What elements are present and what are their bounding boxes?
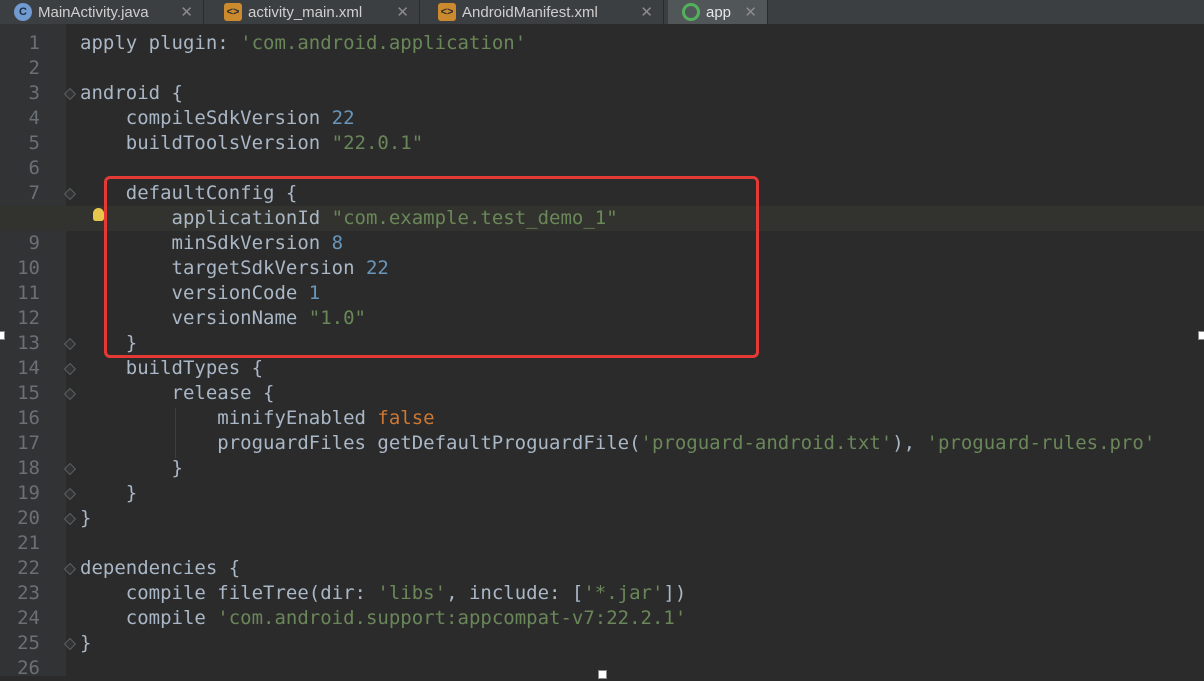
line-number: 21 xyxy=(17,532,40,554)
close-icon[interactable]: ✕ xyxy=(396,3,409,21)
code-token: minifyEnabled xyxy=(80,407,378,429)
code-line[interactable]: minifyEnabled false xyxy=(80,406,1204,431)
line-number: 7 xyxy=(28,182,40,204)
code-token: buildTypes { xyxy=(80,357,264,379)
tab-android-manifest[interactable]: <> AndroidManifest.xml ✕ xyxy=(424,0,664,24)
code-line[interactable] xyxy=(80,656,1204,681)
close-icon[interactable]: ✕ xyxy=(180,3,193,21)
line-number: 19 xyxy=(17,482,40,504)
xml-file-icon: <> xyxy=(224,3,242,21)
tab-label: app xyxy=(706,3,732,21)
line-number: 2 xyxy=(28,57,40,79)
code-token: 'libs' xyxy=(377,582,447,604)
gradle-module-icon xyxy=(682,3,700,21)
code-line[interactable]: apply plugin: 'com.android.application' xyxy=(80,31,1204,56)
code-line[interactable]: buildTypes { xyxy=(80,356,1204,381)
line-number: 26 xyxy=(17,657,40,679)
tab-activity-main-xml[interactable]: <> activity_main.xml ✕ xyxy=(210,0,420,24)
line-number: 5 xyxy=(28,132,40,154)
line-number: 16 xyxy=(17,407,40,429)
editor-tab-bar: C MainActivity.java ✕ <> activity_main.x… xyxy=(0,0,1204,24)
code-line[interactable]: release { xyxy=(80,381,1204,406)
code-token: "22.0.1" xyxy=(331,132,424,154)
line-number: 11 xyxy=(17,282,40,304)
code-token: '*.jar' xyxy=(583,582,664,604)
line-number: 4 xyxy=(28,107,40,129)
code-line[interactable]: } xyxy=(80,631,1204,656)
line-number: 10 xyxy=(17,257,40,279)
line-number: 3 xyxy=(28,82,40,104)
code-line[interactable]: android { xyxy=(80,81,1204,106)
tab-label: MainActivity.java xyxy=(38,3,149,21)
java-class-icon: C xyxy=(14,3,32,21)
line-number: 18 xyxy=(17,457,40,479)
code-token: } xyxy=(80,507,92,529)
code-token: , include: [ xyxy=(446,582,584,604)
code-token: } xyxy=(80,457,183,479)
tab-app-gradle[interactable]: app ✕ xyxy=(668,0,768,24)
line-number: 15 xyxy=(17,382,40,404)
resize-handle[interactable] xyxy=(0,331,5,340)
code-line[interactable]: compileSdkVersion 22 xyxy=(80,106,1204,131)
code-token: buildToolsVersion xyxy=(80,132,332,154)
line-number: 25 xyxy=(17,632,40,654)
code-line[interactable]: dependencies { xyxy=(80,556,1204,581)
code-token: 22 xyxy=(331,107,355,129)
line-number: 20 xyxy=(17,507,40,529)
code-token: android { xyxy=(80,82,183,104)
xml-file-icon: <> xyxy=(438,3,456,21)
highlight-box-default-config xyxy=(104,176,759,358)
code-token: } xyxy=(80,482,138,504)
tab-label: activity_main.xml xyxy=(248,3,363,21)
code-token: ]) xyxy=(663,582,687,604)
code-token: false xyxy=(377,407,435,429)
code-token: 'proguard-android.txt' xyxy=(640,432,893,454)
code-token: 'proguard-rules.pro' xyxy=(926,432,1156,454)
line-numbers: 1234567891011121314151617181920212223242… xyxy=(0,31,40,681)
code-line[interactable]: } xyxy=(80,506,1204,531)
code-line[interactable]: compile fileTree(dir: 'libs', include: [… xyxy=(80,581,1204,606)
resize-handle[interactable] xyxy=(1198,331,1204,340)
code-line[interactable]: proguardFiles getDefaultProguardFile('pr… xyxy=(80,431,1204,456)
tab-label: AndroidManifest.xml xyxy=(462,3,598,21)
code-token: 'com.android.application' xyxy=(240,32,527,54)
code-line[interactable]: buildToolsVersion "22.0.1" xyxy=(80,131,1204,156)
code-line[interactable]: compile 'com.android.support:appcompat-v… xyxy=(80,606,1204,631)
line-number: 23 xyxy=(17,582,40,604)
close-icon[interactable]: ✕ xyxy=(744,3,757,21)
code-token: } xyxy=(80,632,92,654)
line-number: 1 xyxy=(28,32,40,54)
code-token: compile fileTree(dir: xyxy=(80,582,378,604)
code-token: ), xyxy=(892,432,927,454)
code-token: proguardFiles getDefaultProguardFile( xyxy=(80,432,641,454)
code-token: release { xyxy=(80,382,275,404)
close-icon[interactable]: ✕ xyxy=(640,3,653,21)
line-number: 22 xyxy=(17,557,40,579)
code-token: dependencies { xyxy=(80,557,241,579)
code-token: 'com.android.support:appcompat-v7:22.2.1… xyxy=(217,607,687,629)
line-number: 24 xyxy=(17,607,40,629)
code-line[interactable]: } xyxy=(80,456,1204,481)
line-number: 6 xyxy=(28,157,40,179)
resize-handle[interactable] xyxy=(598,670,607,679)
code-token: compileSdkVersion xyxy=(80,107,332,129)
code-line[interactable]: } xyxy=(80,481,1204,506)
line-number: 13 xyxy=(17,332,40,354)
tab-main-activity[interactable]: C MainActivity.java ✕ xyxy=(0,0,204,24)
line-number: 9 xyxy=(28,232,40,254)
code-line[interactable] xyxy=(80,531,1204,556)
line-number: 12 xyxy=(17,307,40,329)
code-token: compile xyxy=(80,607,218,629)
lightbulb-icon[interactable] xyxy=(93,208,104,221)
line-number: 14 xyxy=(17,357,40,379)
code-line[interactable] xyxy=(80,56,1204,81)
line-number: 17 xyxy=(17,432,40,454)
code-token: apply plugin: xyxy=(80,32,241,54)
